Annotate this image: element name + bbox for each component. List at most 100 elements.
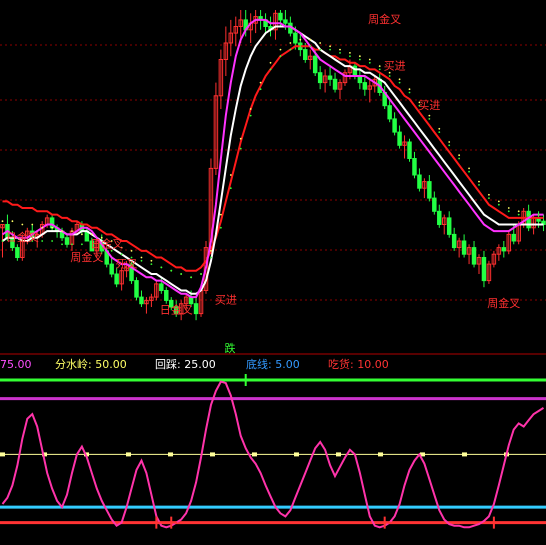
candle-body xyxy=(159,283,164,291)
dotted-average-point xyxy=(517,210,520,213)
candle-body xyxy=(312,55,318,74)
candle-body xyxy=(317,72,323,84)
reference-dot xyxy=(462,452,467,457)
dotted-average-point xyxy=(408,88,411,91)
dotted-average-point xyxy=(378,68,381,71)
legend-item: 吃货: 10.00 xyxy=(328,357,389,371)
candle-body xyxy=(471,247,477,265)
dotted-average-point xyxy=(279,55,282,58)
dotted-average-point xyxy=(319,42,322,44)
dotted-average-point xyxy=(478,180,480,183)
candle-body xyxy=(437,210,442,226)
dotted-average-point xyxy=(458,157,461,160)
dotted-average-point xyxy=(289,42,292,44)
candle-body xyxy=(427,181,432,199)
dotted-average-point xyxy=(478,184,480,186)
dotted-average-point xyxy=(349,52,351,54)
signal-label: 日金叉 xyxy=(6,230,39,244)
dotted-average-point xyxy=(150,263,153,265)
dotted-average-point xyxy=(497,203,500,206)
signal-label: 周金叉 xyxy=(70,250,103,264)
candle-body xyxy=(392,118,397,133)
dotted-average-point xyxy=(11,220,14,223)
candle-body xyxy=(327,75,333,80)
dotted-average-point xyxy=(170,269,173,272)
candle-body xyxy=(278,12,283,21)
dotted-average-point xyxy=(90,233,93,236)
candle-body xyxy=(15,247,20,259)
dotted-average-point xyxy=(71,230,73,233)
signal-label: 日金叉 xyxy=(90,237,123,251)
dotted-average-point xyxy=(150,259,153,262)
dotted-average-point xyxy=(438,131,441,134)
dotted-average-point xyxy=(180,273,183,275)
candle-body xyxy=(164,290,169,301)
candle-body xyxy=(511,233,516,242)
dotted-average-point xyxy=(507,210,510,213)
dotted-average-point xyxy=(488,193,490,196)
dotted-average-point xyxy=(339,48,341,51)
dotted-average-point xyxy=(229,187,232,190)
legend-item: 回踩: 25.00 xyxy=(155,358,216,371)
dotted-average-point xyxy=(309,38,312,41)
dotted-average-point xyxy=(309,45,312,48)
candle-body xyxy=(139,296,144,305)
dotted-average-point xyxy=(259,88,262,91)
dotted-average-point xyxy=(358,58,361,61)
dotted-average-point xyxy=(190,276,193,279)
dotted-average-point xyxy=(229,174,232,176)
candle-body xyxy=(387,105,392,120)
candle-body xyxy=(501,247,507,252)
candle-body xyxy=(332,78,338,90)
candle-body xyxy=(114,273,119,285)
dotted-average-point xyxy=(61,230,63,233)
dotted-average-point xyxy=(448,144,451,147)
dotted-average-point xyxy=(468,170,470,173)
candle-body xyxy=(461,240,467,255)
dotted-average-point xyxy=(349,55,351,58)
candle-body xyxy=(134,280,139,298)
dotted-average-point xyxy=(458,154,461,157)
dotted-average-point xyxy=(329,45,331,48)
signal-label: 死叉 xyxy=(116,257,138,270)
dotted-average-point xyxy=(488,197,490,200)
dotted-average-point xyxy=(507,207,510,209)
reference-dot xyxy=(378,452,383,457)
candle-body xyxy=(417,174,422,189)
moving-average-line xyxy=(2,45,544,272)
dotted-average-point xyxy=(239,137,242,140)
dotted-average-point xyxy=(517,213,520,216)
dotted-average-point xyxy=(358,55,361,58)
dotted-average-point xyxy=(81,243,83,246)
dotted-average-point xyxy=(537,213,540,216)
candle-body xyxy=(193,303,199,315)
legend-item: 75.00 xyxy=(0,358,32,371)
signal-label: 买进 xyxy=(418,99,440,112)
dotted-average-point xyxy=(368,61,371,64)
dotted-average-point xyxy=(120,253,123,256)
signal-label: 买进 xyxy=(384,59,406,72)
signal-marker xyxy=(150,516,163,529)
dotted-average-point xyxy=(368,58,371,61)
legend-item: 分水岭: 50.00 xyxy=(55,357,127,371)
candle-body xyxy=(432,197,437,212)
dotted-average-point xyxy=(51,240,54,242)
candle-body xyxy=(451,233,457,249)
dotted-average-point xyxy=(219,226,222,229)
dotted-average-point xyxy=(210,256,212,259)
dotted-average-point xyxy=(140,256,143,259)
legend-item: 底线: 5.00 xyxy=(246,357,300,371)
dotted-average-point xyxy=(497,200,500,203)
dotted-average-point xyxy=(210,250,212,252)
dotted-average-point xyxy=(219,213,222,216)
signal-marker xyxy=(239,374,252,386)
dotted-average-point xyxy=(31,223,34,226)
dotted-average-point xyxy=(130,250,133,252)
dotted-average-point xyxy=(408,91,411,94)
chart-root: 日金叉 日金叉 周金叉 死叉 日金叉 买进 周金叉 买进 买进 周金叉跌 75.00 分水岭: 50.… xyxy=(0,0,546,541)
signal-label: 周金叉 xyxy=(368,12,401,26)
dotted-average-point xyxy=(200,273,202,275)
dotted-average-point xyxy=(398,78,401,81)
dotted-average-point xyxy=(428,118,431,120)
dotted-average-point xyxy=(299,45,302,48)
